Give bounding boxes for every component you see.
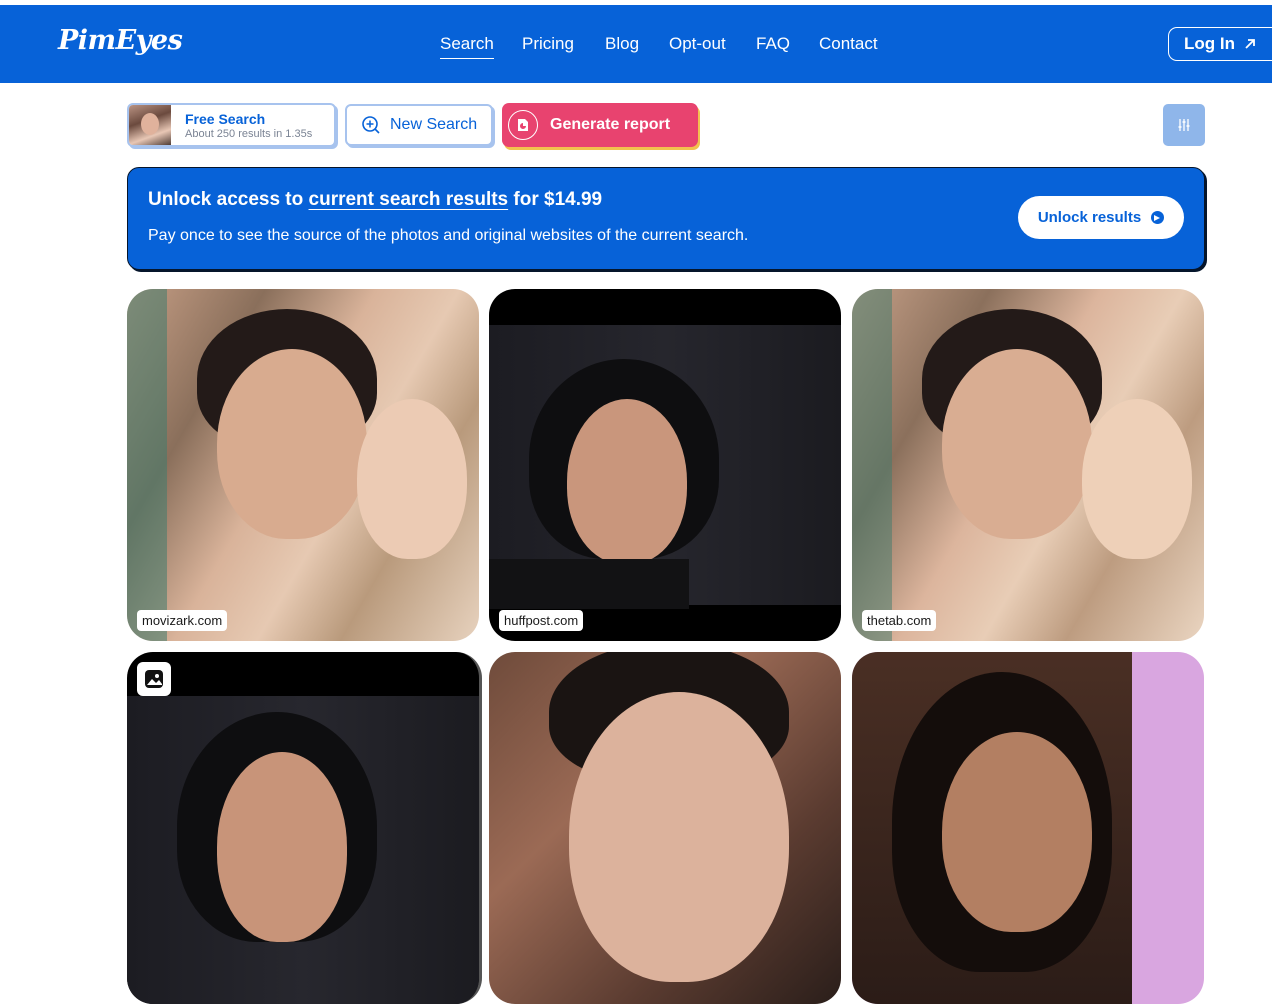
pimeyes-logo[interactable]: PimEyes — [58, 25, 183, 56]
navbar: PimEyes Search Pricing Blog Opt-out FAQ … — [0, 5, 1272, 83]
query-thumbnail — [129, 105, 171, 145]
unlock-price: $14.99 — [544, 189, 603, 210]
source-label: huffpost.com — [499, 610, 584, 631]
current-results-link[interactable]: current search results — [309, 189, 509, 210]
result-card[interactable] — [489, 652, 841, 1004]
result-card[interactable]: thetab.com — [852, 289, 1204, 641]
source-label: thetab.com — [862, 610, 937, 631]
login-label: Log In — [1184, 34, 1235, 53]
nav-pricing[interactable]: Pricing — [522, 34, 574, 54]
image-icon[interactable] — [137, 662, 171, 696]
arrow-up-right-icon — [1245, 39, 1255, 49]
report-icon — [508, 110, 538, 140]
result-card[interactable]: movizark.com — [127, 289, 479, 641]
face-shape — [217, 752, 347, 942]
generate-report-button[interactable]: Generate report — [502, 103, 698, 147]
banner-title-mid: for — [508, 189, 545, 210]
nav-opt-out[interactable]: Opt-out — [669, 34, 726, 54]
generate-report-label: Generate report — [550, 116, 671, 133]
banner-title-prefix: Unlock access to — [148, 189, 309, 210]
nav-contact[interactable]: Contact — [819, 34, 878, 54]
sliders-icon — [1178, 119, 1190, 131]
search-plus-icon — [362, 116, 380, 134]
background-shape — [127, 289, 167, 641]
face-shape — [1082, 399, 1192, 559]
new-search-label: New Search — [390, 116, 478, 133]
face-shape — [942, 732, 1092, 932]
result-card[interactable]: huffpost.com — [489, 289, 841, 641]
source-label: movizark.com — [137, 610, 228, 631]
unlock-banner: Unlock access to current search results … — [127, 167, 1205, 270]
background-shape — [489, 559, 689, 609]
face-shape — [567, 399, 687, 564]
unlock-label: Unlock results — [1037, 209, 1142, 226]
unlock-results-button[interactable]: Unlock results — [1018, 196, 1184, 239]
face-shape — [569, 692, 789, 982]
free-search-title: Free Search — [185, 110, 266, 127]
face-shape — [217, 349, 367, 539]
background-shape — [852, 289, 892, 641]
free-search-card[interactable]: Free Search About 250 results in 1.35s — [127, 103, 336, 147]
result-card[interactable] — [852, 652, 1204, 1004]
filter-button[interactable] — [1163, 104, 1205, 146]
results-count: About 250 results in 1.35s — [185, 127, 313, 140]
result-card[interactable] — [127, 652, 482, 1004]
new-search-button[interactable]: New Search — [345, 104, 493, 146]
nav-faq[interactable]: FAQ — [756, 34, 790, 54]
nav-blog[interactable]: Blog — [605, 34, 639, 54]
face-shape — [357, 399, 467, 559]
face-shape — [942, 349, 1092, 539]
banner-description: Pay once to see the source of the photos… — [148, 227, 749, 244]
banner-title: Unlock access to current search results … — [148, 189, 602, 211]
login-button[interactable]: Log In — [1168, 27, 1272, 61]
nav-search[interactable]: Search — [440, 34, 494, 59]
arrow-circle-icon — [1151, 211, 1165, 224]
